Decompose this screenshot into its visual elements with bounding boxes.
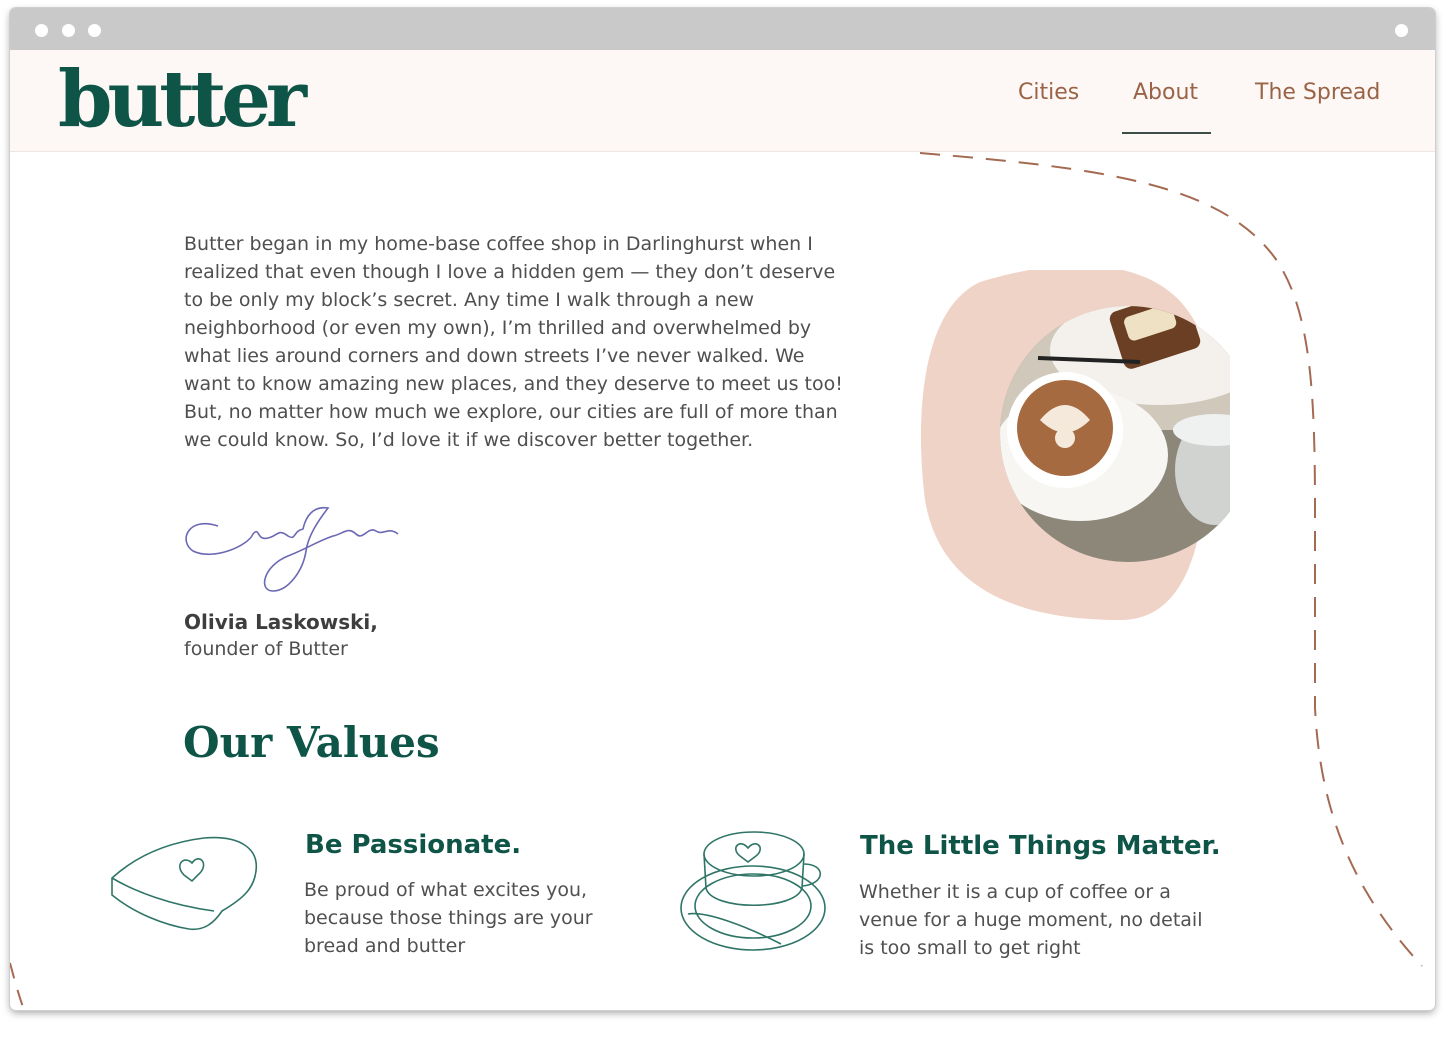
- coffee-photo: [920, 270, 1230, 620]
- coffee-cup-icon: [680, 831, 826, 951]
- values-heading: Our Values: [183, 718, 440, 767]
- signature-role: founder of Butter: [184, 638, 348, 660]
- browser-window: butter Cities About The Spread Butter be…: [10, 8, 1435, 1010]
- value-text-little-things: Whether it is a cup of coffee or a venue…: [859, 881, 1203, 959]
- signature-name: Olivia Laskowski,: [184, 610, 378, 634]
- value-title-little-things: The Little Things Matter.: [860, 831, 1221, 861]
- signature-image: [185, 506, 399, 592]
- value-text-passionate: Be proud of what excites you, because th…: [304, 879, 593, 957]
- toast-icon: [111, 836, 258, 931]
- value-title-passionate: Be Passionate.: [305, 830, 522, 860]
- founder-letter: Butter began in my home-base coffee shop…: [184, 233, 843, 451]
